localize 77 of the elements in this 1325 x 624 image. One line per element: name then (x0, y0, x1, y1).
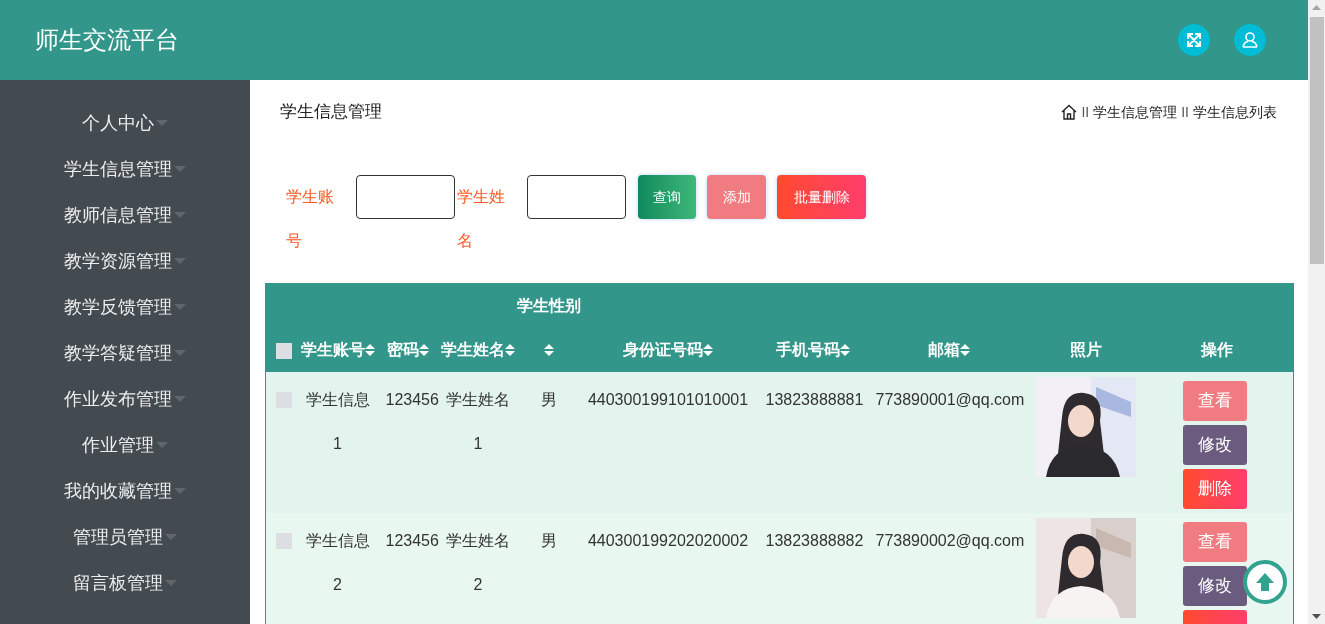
sidebar-item[interactable]: 教师信息管理 (0, 192, 250, 238)
fullscreen-button[interactable] (1178, 24, 1210, 56)
sort-icon[interactable] (703, 343, 713, 357)
scrollbar-thumb[interactable] (1309, 17, 1324, 264)
breadcrumb-link[interactable]: 学生信息列表 (1193, 101, 1277, 123)
sort-icon[interactable] (543, 343, 554, 357)
table-cell: 学生姓名2 (446, 532, 510, 593)
caret-icon (165, 534, 177, 540)
caret-icon (174, 396, 186, 402)
sort-icon[interactable] (364, 343, 375, 357)
sidebar-item[interactable]: 教学资源管理 (0, 238, 250, 284)
sidebar-item[interactable]: 教学答疑管理 (0, 330, 250, 376)
caret-icon (174, 350, 186, 356)
column-header[interactable]: 学生性别 (516, 284, 581, 328)
home-icon[interactable] (1061, 104, 1078, 120)
breadcrumb-separator: II (1081, 102, 1090, 122)
search-button[interactable]: 查询 (638, 175, 696, 219)
caret-icon (156, 442, 168, 448)
sidebar-item[interactable]: 作业管理 (0, 422, 250, 468)
action-button[interactable]: 删除 (1182, 469, 1247, 509)
caret-icon (174, 488, 186, 494)
table-cell: 123456 (385, 391, 439, 408)
page-title: 学生信息管理 (280, 101, 382, 124)
column-header: 操作 (1200, 340, 1233, 360)
table-cell: 学生信息1 (305, 391, 370, 452)
table-cell: 学生姓名1 (446, 391, 510, 452)
table-cell: 13823888882 (765, 532, 864, 549)
column-header[interactable]: 邮箱 (928, 338, 960, 362)
sort-icon[interactable] (839, 343, 850, 357)
column-header[interactable]: 学生姓名 (441, 338, 505, 362)
row-checkbox[interactable] (276, 533, 292, 549)
caret-icon (156, 120, 168, 126)
caret-icon (174, 304, 186, 310)
fullscreen-icon (1186, 32, 1202, 48)
table-cell: 123456 (385, 532, 439, 549)
caret-icon (174, 212, 186, 218)
user-icon (1241, 31, 1259, 49)
column-header[interactable]: 身份证号码 (623, 338, 703, 362)
table-cell: 773890001@qq.com (875, 391, 1025, 408)
sort-icon[interactable] (505, 343, 515, 357)
table-cell: 男 (540, 391, 557, 408)
caret-icon (174, 258, 186, 264)
table-cell: 13823888881 (765, 391, 864, 408)
field-label: 学生姓名 (457, 187, 506, 251)
search-field[interactable] (527, 175, 626, 219)
column-header[interactable]: 学生账号 (300, 338, 365, 362)
sidebar-item[interactable]: 教学反馈管理 (0, 284, 250, 330)
sort-icon[interactable] (418, 343, 429, 357)
table-cell: 学生信息2 (305, 532, 370, 593)
user-button[interactable] (1234, 24, 1266, 56)
caret-icon (174, 166, 186, 172)
table-cell: 440300199101010001 (587, 391, 749, 408)
sidebar-item[interactable]: 管理员管理 (0, 514, 250, 560)
sidebar-item[interactable]: 作业发布管理 (0, 376, 250, 422)
column-header: 照片 (1069, 340, 1102, 360)
action-button[interactable]: 修改 (1182, 425, 1247, 465)
breadcrumb-separator: II (1181, 102, 1189, 122)
sidebar-item[interactable]: 我的收藏管理 (0, 468, 250, 514)
column-header[interactable]: 密码 (386, 338, 419, 362)
sidebar-item[interactable]: 留言板管理 (0, 560, 250, 606)
field-label: 学生账号 (286, 187, 335, 251)
table-cell: 440300199202020002 (587, 532, 749, 549)
select-all-checkbox[interactable] (276, 343, 292, 359)
arrow-up-icon (1255, 572, 1275, 592)
table-cell: 男 (540, 532, 557, 549)
sidebar-item[interactable]: 学生信息管理 (0, 146, 250, 192)
breadcrumb-link[interactable]: 学生信息管理 (1093, 101, 1178, 123)
app-title: 师生交流平台 (35, 25, 179, 55)
scrollbar[interactable] (1308, 0, 1325, 624)
table-cell: 773890002@qq.com (875, 532, 1025, 549)
column-header[interactable]: 手机号码 (775, 338, 840, 362)
caret-icon (165, 580, 177, 586)
search-field[interactable] (356, 175, 455, 219)
sort-icon[interactable] (960, 343, 970, 357)
search-button[interactable]: 批量删除 (777, 175, 866, 219)
action-button[interactable]: 修改 (1182, 566, 1247, 606)
sidebar-item[interactable]: 个人中心 (0, 100, 250, 146)
